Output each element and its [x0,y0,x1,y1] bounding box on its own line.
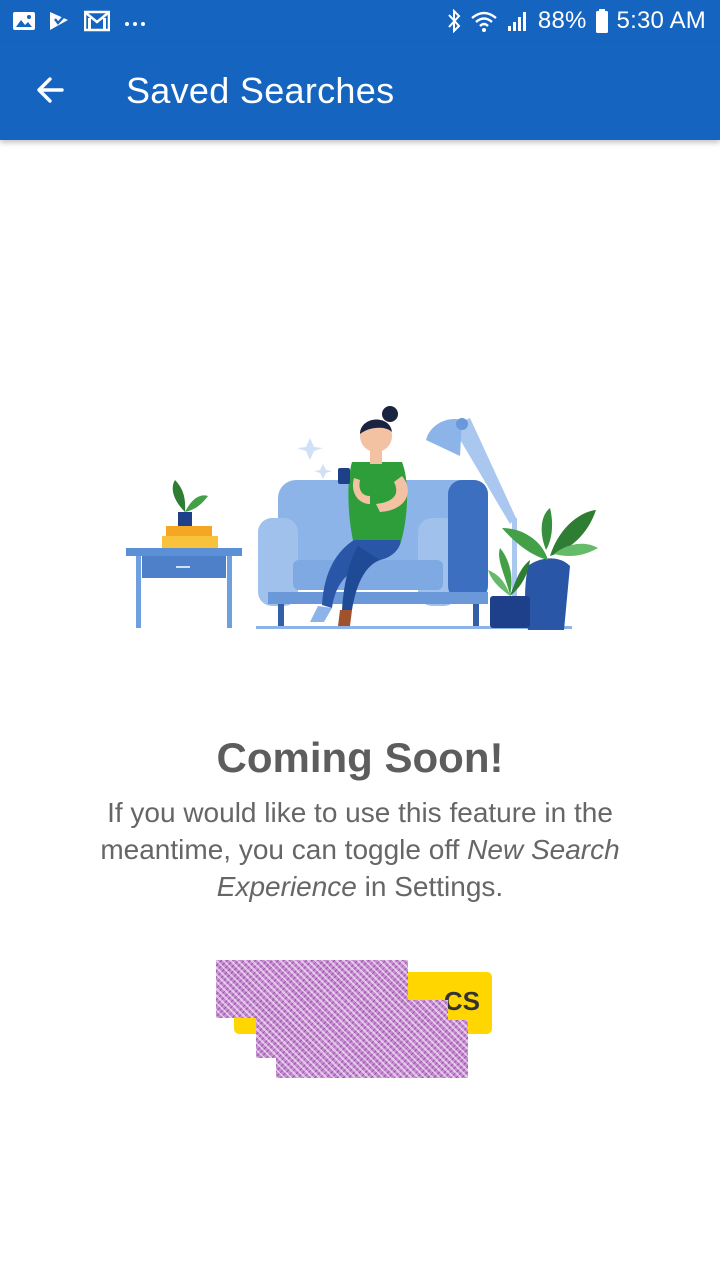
battery-icon [595,8,609,34]
more-dots-icon [122,10,148,32]
action-button-label: CS [443,986,480,1016]
app-bar: Saved Searches [0,42,720,140]
potted-plants [488,508,598,630]
side-table [126,480,242,628]
coming-soon-heading: Coming Soon! [216,734,504,781]
gallery-icon [12,10,36,32]
battery-percent: 88% [537,7,587,34]
gmail-icon [84,10,110,32]
redacted-action-area: CS [216,960,496,1080]
notification-icons [12,8,148,34]
wifi-icon [470,9,498,33]
coming-soon-message: If you would like to use this feature in… [60,794,660,905]
clock: 5:30 AM [616,7,706,34]
message-text-end: in Settings. [356,871,504,902]
system-status: 88% 5:30 AM [446,0,706,42]
flag-icon [48,10,72,32]
arrow-back-icon [35,75,65,110]
signal-icon [506,9,530,33]
redaction-block [276,1020,468,1078]
bluetooth-icon [446,9,462,33]
back-button[interactable] [22,64,78,120]
empty-state-illustration [118,400,608,645]
page-title: Saved Searches [126,70,395,111]
status-bar: 88% 5:30 AM [0,0,720,42]
